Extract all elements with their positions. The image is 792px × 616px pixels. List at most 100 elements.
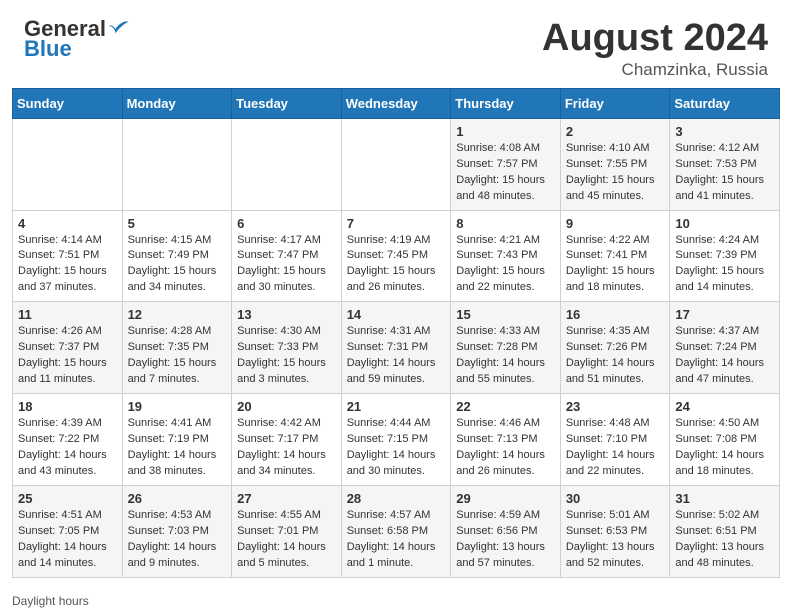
day-number: 2 <box>566 124 665 139</box>
day-info: Sunrise: 4:31 AMSunset: 7:31 PMDaylight:… <box>347 324 446 388</box>
calendar-cell: 16Sunrise: 4:35 AMSunset: 7:26 PMDayligh… <box>560 302 670 394</box>
day-info: Sunrise: 4:33 AMSunset: 7:28 PMDaylight:… <box>456 324 555 388</box>
calendar-cell: 24Sunrise: 4:50 AMSunset: 7:08 PMDayligh… <box>670 394 780 486</box>
day-info: Sunrise: 4:19 AMSunset: 7:45 PMDaylight:… <box>347 233 446 297</box>
calendar-cell: 10 Sunrise: 4:24 AMSunset: 7:39 PMDayligh… <box>670 210 780 302</box>
day-number: 25 <box>18 491 117 506</box>
day-number: 13 <box>237 307 336 322</box>
calendar-cell: 1Sunrise: 4:08 AMSunset: 7:57 PMDaylight… <box>451 118 561 210</box>
day-info: Sunrise: 4:44 AMSunset: 7:15 PMDaylight:… <box>347 416 446 480</box>
day-number: 18 <box>18 399 117 414</box>
calendar-week-row: 18 Sunrise: 4:39 AMSunset: 7:22 PMDayligh… <box>13 394 780 486</box>
calendar-cell: 2 Sunrise: 4:10 AMSunset: 7:55 PMDaylight… <box>560 118 670 210</box>
calendar-cell: 19 Sunrise: 4:41 AMSunset: 7:19 PMDayligh… <box>122 394 232 486</box>
day-info: Sunrise: 5:01 AMSunset: 6:53 PMDaylight:… <box>566 508 665 572</box>
calendar-cell: 23 Sunrise: 4:48 AMSunset: 7:10 PMDayligh… <box>560 394 670 486</box>
calendar-cell: 27 Sunrise: 4:55 AMSunset: 7:01 PMDayligh… <box>232 485 342 577</box>
calendar-cell <box>122 118 232 210</box>
day-info: Sunrise: 4:51 AMSunset: 7:05 PMDaylight:… <box>18 508 117 572</box>
calendar-cell <box>341 118 451 210</box>
calendar-cell: 31Sunrise: 5:02 AMSunset: 6:51 PMDayligh… <box>670 485 780 577</box>
calendar-week-row: 4 Sunrise: 4:14 AMSunset: 7:51 PMDaylight… <box>13 210 780 302</box>
day-info: Sunrise: 4:26 AMSunset: 7:37 PMDaylight:… <box>18 324 117 388</box>
day-of-week-header: Saturday <box>670 88 780 118</box>
day-info: Sunrise: 4:10 AMSunset: 7:55 PMDaylight:… <box>566 141 665 205</box>
calendar-cell: 28 Sunrise: 4:57 AMSunset: 6:58 PMDayligh… <box>341 485 451 577</box>
day-info: Sunrise: 4:15 AMSunset: 7:49 PMDaylight:… <box>128 233 227 297</box>
day-number: 29 <box>456 491 555 506</box>
calendar-header: SundayMondayTuesdayWednesdayThursdayFrid… <box>13 88 780 118</box>
calendar-cell: 11 Sunrise: 4:26 AMSunset: 7:37 PMDayligh… <box>13 302 123 394</box>
day-info: Sunrise: 4:50 AMSunset: 7:08 PMDaylight:… <box>675 416 774 480</box>
calendar-cell: 26Sunrise: 4:53 AMSunset: 7:03 PMDayligh… <box>122 485 232 577</box>
day-number: 10 <box>675 216 774 231</box>
calendar-cell: 12 Sunrise: 4:28 AMSunset: 7:35 PMDayligh… <box>122 302 232 394</box>
day-of-week-header: Sunday <box>13 88 123 118</box>
day-number: 30 <box>566 491 665 506</box>
day-info: Sunrise: 4:08 AMSunset: 7:57 PMDaylight:… <box>456 141 555 205</box>
day-info: Sunrise: 4:22 AMSunset: 7:41 PMDaylight:… <box>566 233 665 297</box>
day-number: 7 <box>347 216 446 231</box>
day-info: Sunrise: 4:55 AMSunset: 7:01 PMDaylight:… <box>237 508 336 572</box>
day-number: 6 <box>237 216 336 231</box>
day-of-week-header: Tuesday <box>232 88 342 118</box>
title-block: August 2024 Chamzinka, Russia <box>542 18 768 80</box>
month-year: August 2024 <box>542 18 768 60</box>
calendar-cell: 14 Sunrise: 4:31 AMSunset: 7:31 PMDayligh… <box>341 302 451 394</box>
day-number: 5 <box>128 216 227 231</box>
logo-blue-text: Blue <box>24 36 72 62</box>
day-info: Sunrise: 4:37 AMSunset: 7:24 PMDaylight:… <box>675 324 774 388</box>
day-info: Sunrise: 4:57 AMSunset: 6:58 PMDaylight:… <box>347 508 446 572</box>
day-info: Sunrise: 4:24 AMSunset: 7:39 PMDaylight:… <box>675 233 774 297</box>
calendar-cell: 20Sunrise: 4:42 AMSunset: 7:17 PMDayligh… <box>232 394 342 486</box>
day-info: Sunrise: 4:28 AMSunset: 7:35 PMDaylight:… <box>128 324 227 388</box>
logo-bird-icon <box>108 18 130 40</box>
day-number: 4 <box>18 216 117 231</box>
day-number: 28 <box>347 491 446 506</box>
day-number: 12 <box>128 307 227 322</box>
calendar-cell: 29 Sunrise: 4:59 AMSunset: 6:56 PMDayligh… <box>451 485 561 577</box>
calendar-cell <box>232 118 342 210</box>
day-info: Sunrise: 4:48 AMSunset: 7:10 PMDaylight:… <box>566 416 665 480</box>
day-number: 19 <box>128 399 227 414</box>
day-number: 11 <box>18 307 117 322</box>
calendar-cell: 6Sunrise: 4:17 AMSunset: 7:47 PMDaylight… <box>232 210 342 302</box>
calendar-cell: 7 Sunrise: 4:19 AMSunset: 7:45 PMDaylight… <box>341 210 451 302</box>
logo: General Blue <box>24 18 130 62</box>
day-info: Sunrise: 4:39 AMSunset: 7:22 PMDaylight:… <box>18 416 117 480</box>
day-of-week-header: Friday <box>560 88 670 118</box>
day-info: Sunrise: 4:12 AMSunset: 7:53 PMDaylight:… <box>675 141 774 205</box>
day-number: 23 <box>566 399 665 414</box>
day-of-week-header: Thursday <box>451 88 561 118</box>
calendar-cell: 21Sunrise: 4:44 AMSunset: 7:15 PMDayligh… <box>341 394 451 486</box>
day-number: 27 <box>237 491 336 506</box>
day-number: 9 <box>566 216 665 231</box>
day-info: Sunrise: 4:59 AMSunset: 6:56 PMDaylight:… <box>456 508 555 572</box>
daylight-label: Daylight hours <box>12 594 89 608</box>
calendar-cell: 4 Sunrise: 4:14 AMSunset: 7:51 PMDaylight… <box>13 210 123 302</box>
calendar-week-row: 25 Sunrise: 4:51 AMSunset: 7:05 PMDayligh… <box>13 485 780 577</box>
location: Chamzinka, Russia <box>542 60 768 80</box>
calendar-cell: 18 Sunrise: 4:39 AMSunset: 7:22 PMDayligh… <box>13 394 123 486</box>
calendar-container: SundayMondayTuesdayWednesdayThursdayFrid… <box>0 88 792 590</box>
day-number: 17 <box>675 307 774 322</box>
calendar-body: 1Sunrise: 4:08 AMSunset: 7:57 PMDaylight… <box>13 118 780 577</box>
calendar-cell: 22Sunrise: 4:46 AMSunset: 7:13 PMDayligh… <box>451 394 561 486</box>
calendar-cell: 8Sunrise: 4:21 AMSunset: 7:43 PMDaylight… <box>451 210 561 302</box>
calendar-week-row: 11 Sunrise: 4:26 AMSunset: 7:37 PMDayligh… <box>13 302 780 394</box>
calendar-cell: 5 Sunrise: 4:15 AMSunset: 7:49 PMDaylight… <box>122 210 232 302</box>
day-of-week-header: Monday <box>122 88 232 118</box>
day-info: Sunrise: 4:41 AMSunset: 7:19 PMDaylight:… <box>128 416 227 480</box>
calendar-cell: 25 Sunrise: 4:51 AMSunset: 7:05 PMDayligh… <box>13 485 123 577</box>
day-number: 22 <box>456 399 555 414</box>
calendar-table: SundayMondayTuesdayWednesdayThursdayFrid… <box>12 88 780 578</box>
day-number: 15 <box>456 307 555 322</box>
header-row: SundayMondayTuesdayWednesdayThursdayFrid… <box>13 88 780 118</box>
day-info: Sunrise: 4:14 AMSunset: 7:51 PMDaylight:… <box>18 233 117 297</box>
calendar-cell: 30 Sunrise: 5:01 AMSunset: 6:53 PMDayligh… <box>560 485 670 577</box>
day-number: 14 <box>347 307 446 322</box>
day-number: 26 <box>128 491 227 506</box>
day-number: 3 <box>675 124 774 139</box>
day-info: Sunrise: 4:35 AMSunset: 7:26 PMDaylight:… <box>566 324 665 388</box>
day-info: Sunrise: 4:42 AMSunset: 7:17 PMDaylight:… <box>237 416 336 480</box>
